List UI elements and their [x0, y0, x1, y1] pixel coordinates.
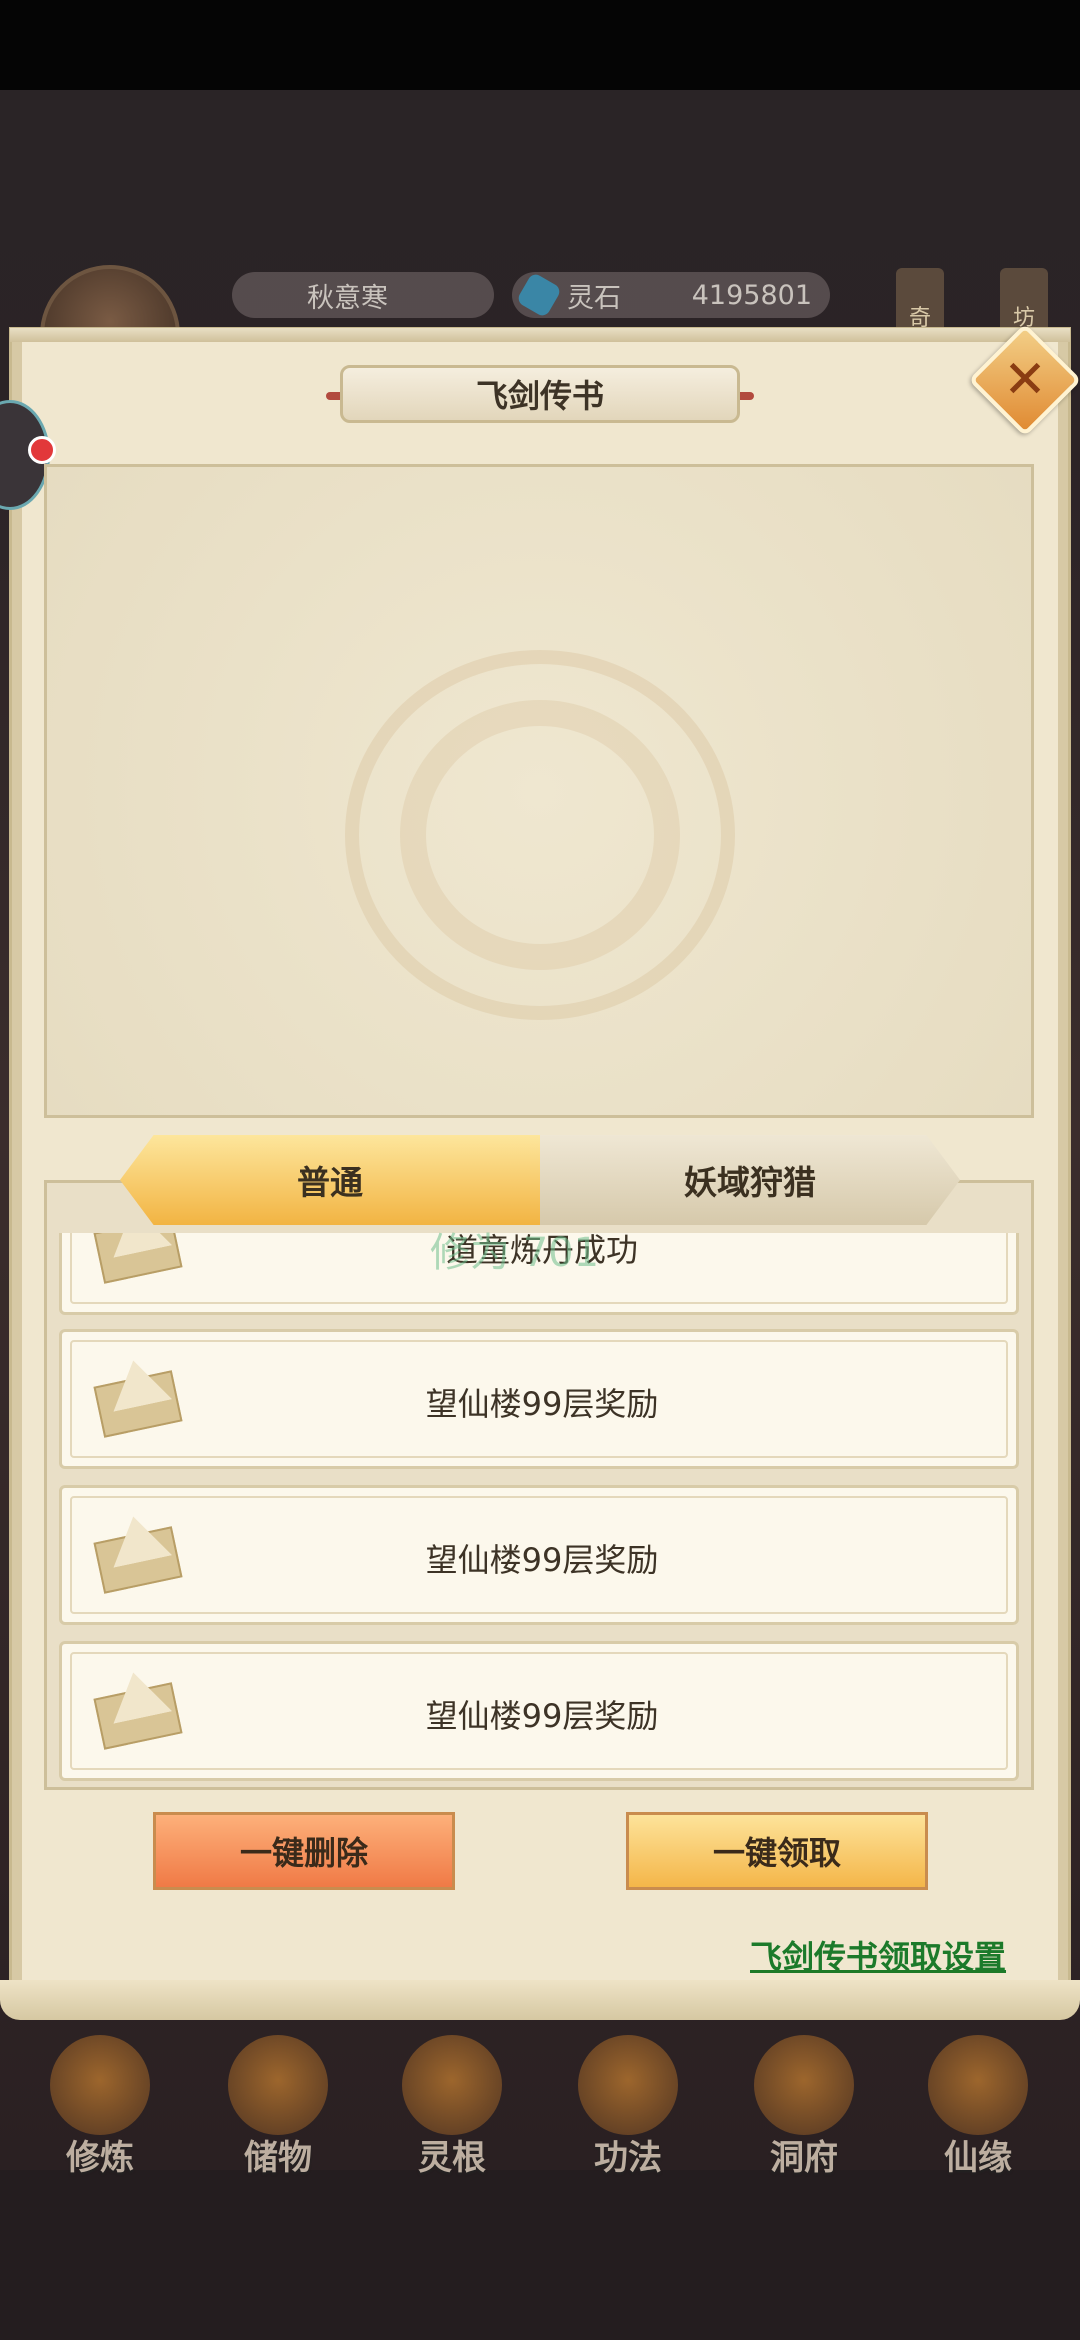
mail-title: 望仙楼99层奖励	[425, 1697, 659, 1735]
spirit-root-icon	[402, 2035, 502, 2135]
nav-label: 灵根	[418, 2138, 486, 2178]
tab-normal[interactable]: 普通	[120, 1135, 540, 1225]
nav-label: 洞府	[770, 2138, 838, 2178]
list-item[interactable]: 望仙楼99层奖励	[59, 1329, 1019, 1469]
spirit-stone-icon	[515, 271, 563, 319]
spirit-stone-value: 4195801	[691, 279, 812, 311]
nav-item-cultivate[interactable]: 修炼	[40, 2035, 160, 2178]
nav-item-spirit-root[interactable]: 灵根	[392, 2035, 512, 2178]
cloud-emblem-inner	[400, 700, 680, 970]
close-icon[interactable]: ✕	[985, 340, 1065, 420]
panel-title: 飞剑传书	[340, 365, 740, 423]
panel-top-rod	[10, 328, 1070, 342]
claim-settings-link[interactable]: 飞剑传书领取设置	[750, 1932, 1006, 1978]
mail-title: 望仙楼99层奖励	[425, 1385, 659, 1423]
mail-list-scroll[interactable]: 道童炼丹成功 望仙楼99层奖励 望仙楼99层奖励 望仙楼99层奖励	[47, 1233, 1031, 1787]
panel-bottom-rod	[0, 1980, 1080, 2020]
tab-demon-hunt[interactable]: 妖域狩猎	[540, 1135, 960, 1225]
nav-label: 修炼	[66, 2138, 134, 2178]
nav-label: 功法	[594, 2138, 662, 2178]
nav-item-storage[interactable]: 储物	[218, 2035, 338, 2178]
nav-item-immortal-fate[interactable]: 仙缘	[918, 2035, 1038, 2178]
notification-dot	[28, 436, 56, 464]
list-item[interactable]: 望仙楼99层奖励	[59, 1485, 1019, 1625]
cave-house-icon	[754, 2035, 854, 2135]
claim-all-button[interactable]: 一键领取	[626, 1812, 928, 1890]
spirit-stone-pill: 灵石 4195801	[512, 271, 830, 319]
spirit-stone-label: 灵石	[567, 282, 621, 314]
storage-bag-icon	[228, 2035, 328, 2135]
player-name: 秋意寒	[307, 282, 388, 314]
nav-item-cave-house[interactable]: 洞府	[744, 2035, 864, 2178]
delete-all-button[interactable]: 一键删除	[153, 1812, 455, 1890]
player-name-pill: 秋意寒	[232, 272, 494, 318]
mail-title: 望仙楼99层奖励	[425, 1541, 659, 1579]
nav-label: 仙缘	[944, 2138, 1012, 2178]
immortal-fate-icon	[928, 2035, 1028, 2135]
nav-label: 储物	[244, 2138, 312, 2178]
cultivate-icon	[50, 2035, 150, 2135]
technique-book-icon	[578, 2035, 678, 2135]
list-item[interactable]: 望仙楼99层奖励	[59, 1641, 1019, 1781]
nav-item-technique[interactable]: 功法	[568, 2035, 688, 2178]
watermark-text: 修为 701	[430, 1230, 600, 1276]
status-bar	[0, 0, 1080, 90]
bottom-bar	[0, 2170, 1080, 2340]
